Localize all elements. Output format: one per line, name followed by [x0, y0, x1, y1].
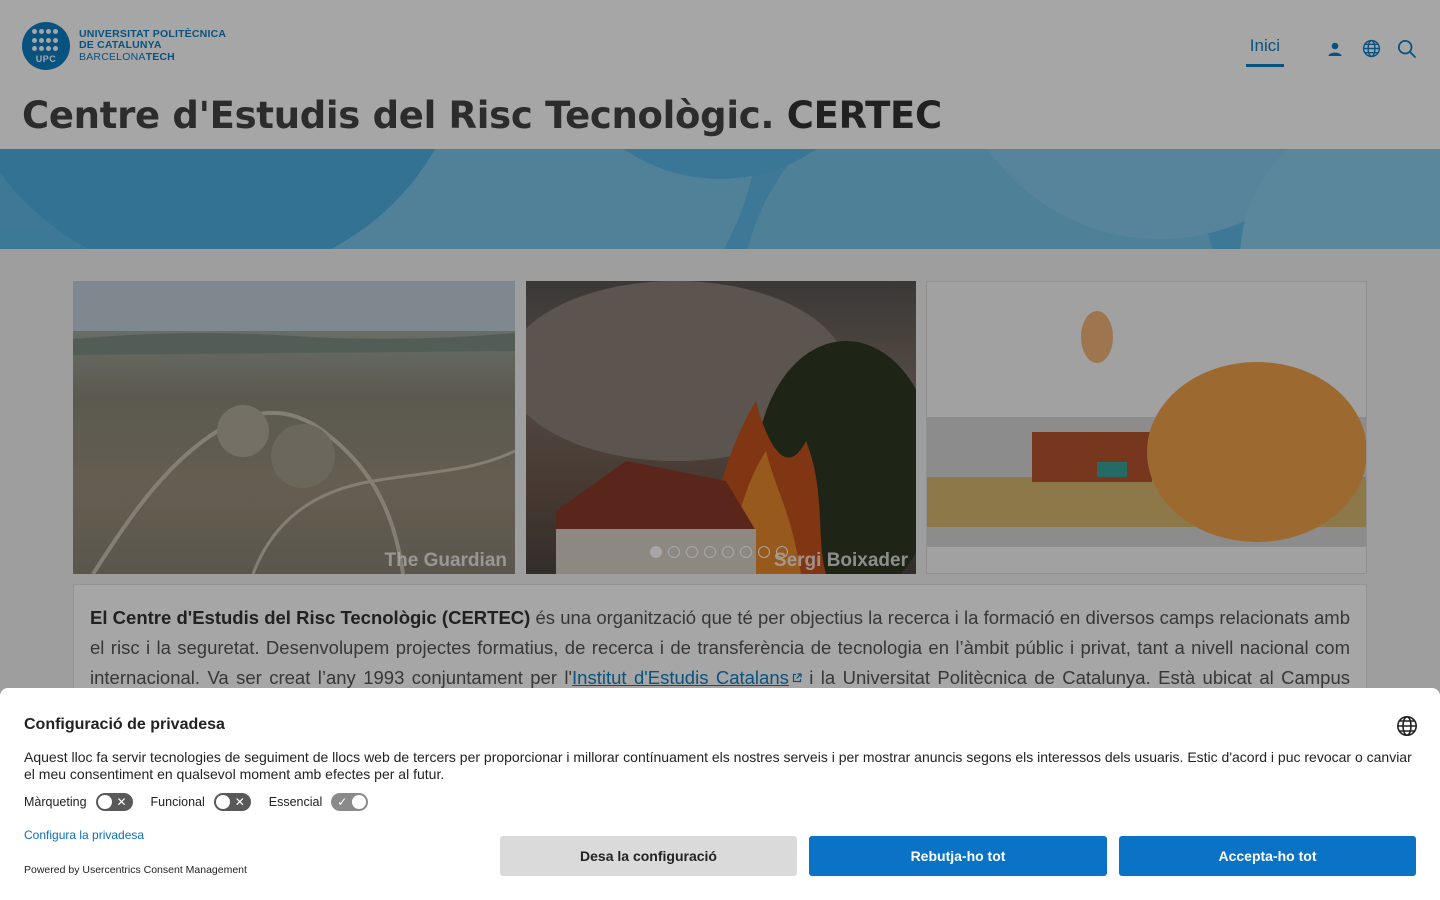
consent-toggles: Màrqueting ✕ Funcional ✕ Essencial ✓ [24, 793, 386, 811]
x-icon: ✕ [234, 795, 245, 809]
configure-privacy-link[interactable]: Configura la privadesa [24, 828, 144, 842]
toggle-label-essential: Essencial [268, 795, 323, 809]
toggle-group-essential: Essencial ✓ [269, 793, 369, 811]
toggle-group-marketing: Màrqueting ✕ [24, 793, 133, 811]
toggle-knob [215, 795, 230, 809]
toggle-group-functional: Funcional ✕ [151, 793, 251, 811]
powered-by-text: Powered by Usercentrics Consent Manageme… [24, 864, 247, 876]
functional-toggle[interactable]: ✕ [213, 793, 251, 811]
language-globe-icon[interactable] [1396, 715, 1418, 737]
toggle-knob [97, 795, 112, 809]
x-icon: ✕ [116, 795, 127, 809]
privacy-consent-banner: Configuració de privadesa Aquest lloc fa… [0, 688, 1440, 900]
toggle-knob [352, 795, 367, 809]
essential-toggle: ✓ [331, 793, 369, 811]
toggle-label-marketing: Màrqueting [24, 795, 87, 809]
marketing-toggle[interactable]: ✕ [95, 793, 133, 811]
consent-title: Configuració de privadesa [24, 716, 225, 733]
consent-description: Aquest lloc fa servir tecnologies de seg… [24, 749, 1412, 782]
accept-all-button[interactable]: Accepta-ho tot [1119, 836, 1416, 876]
save-settings-button[interactable]: Desa la configuració [500, 836, 797, 876]
reject-all-button[interactable]: Rebutja-ho tot [809, 836, 1107, 876]
toggle-label-functional: Funcional [150, 795, 205, 809]
check-icon: ✓ [337, 795, 348, 809]
